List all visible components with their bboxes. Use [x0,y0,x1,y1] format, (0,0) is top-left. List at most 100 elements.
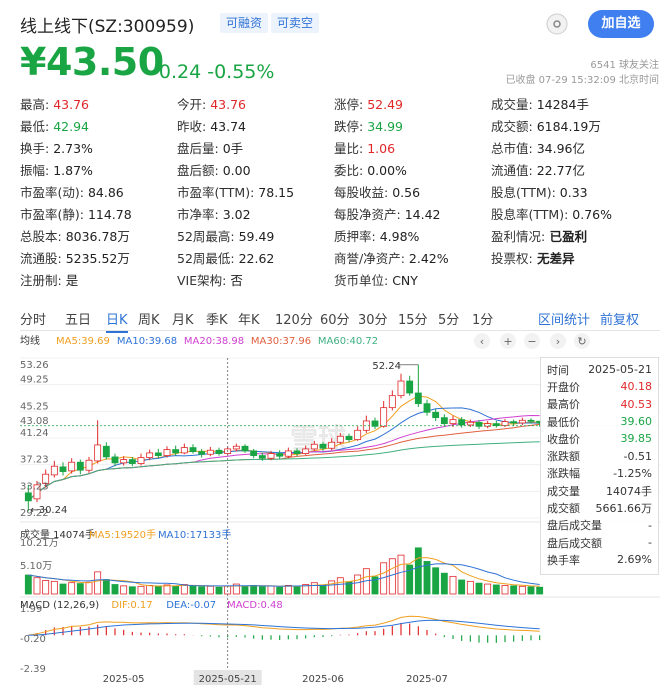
volume-bar [24,574,32,595]
volume-bar [128,586,136,595]
macd-y-tick: 1.99 [20,604,42,615]
candle-body [50,465,58,476]
candle-body [354,429,362,440]
volume-bar [267,585,275,595]
x-axis-label: 2025-07 [406,674,448,685]
adjust-select[interactable]: 前复权 [600,309,639,328]
candle-body [68,461,76,472]
volume-bar [189,585,197,595]
tab-季K[interactable]: 季K [206,309,228,328]
tab-年K[interactable]: 年K [238,309,260,328]
volume-bar [120,585,128,595]
tab-分时[interactable]: 分时 [20,309,46,328]
stat-value: 已盈利 [545,228,588,244]
tooltip-value: -1.25% [613,466,652,480]
tooltip-value: - [648,518,652,532]
candle-body [388,395,396,409]
stat-item: 涨停: 52.49 [334,94,491,113]
stat-label: 投票权: [491,250,533,266]
volume-bar [440,572,448,595]
candle-body [102,445,110,458]
tab-1分[interactable]: 1分 [472,309,493,328]
range-stats-link[interactable]: 区间统计 [538,309,590,328]
volume-bar [68,582,76,595]
volume-bar [59,583,67,595]
volume-bar [241,585,249,595]
stat-item: 盘后量: 0手 [177,138,334,157]
volume-bar [527,586,535,595]
y-tick-label: 33.23 [20,481,49,492]
macd-y-tick: -2.39 [20,664,46,675]
candle-body [414,392,422,405]
candle-body [302,448,310,454]
stat-item: 每股收益: 0.56 [334,182,491,201]
tab-五日[interactable]: 五日 [65,309,91,328]
x-axis-label: 2025-05 [103,674,145,685]
stock-title: 线上线下(SZ:300959) [20,17,195,37]
stats-row: 市盈率(动): 84.86 市盈率(TTM): 78.15 每股收益: 0.56 股息… [20,180,660,202]
follow-button[interactable]: 加自选 [588,10,654,38]
volume-bar [250,585,258,595]
tab-30分[interactable]: 30分 [358,309,388,328]
tooltip-label: 开盘价 [547,380,580,394]
stat-label: 商誉/净资产: [334,250,405,266]
tooltip-row: 换手率 2.69% [547,551,652,568]
macd-y-tick: -0.20 [20,634,46,645]
stat-value: 0.00% [363,162,407,178]
volume-bar [33,577,41,595]
volume-bar [466,580,474,595]
stat-label: 委比: [334,162,364,178]
candle-body [120,459,128,464]
stat-item: 商誉/净资产: 2.42% [334,248,491,267]
stat-value: 0.00 [218,162,251,178]
tooltip-value: 5661.66万 [595,502,653,516]
change-value: -0.24 [152,61,202,83]
tab-15分[interactable]: 15分 [398,309,428,328]
candle-body [276,453,284,457]
stat-value: 43.76 [206,96,246,112]
volume-bar [475,582,483,595]
tooltip-row: 成交量 14074手 [547,482,652,499]
stat-label: 市盈率(动): [20,184,84,200]
tab-日K[interactable]: 日K [106,309,128,333]
candle-body [250,450,258,456]
stat-value: CNY [388,272,418,288]
candle-body [440,417,448,425]
stat-value: 22.62 [234,250,275,266]
price-change: -0.24 -0.55% [152,61,274,83]
stat-item: 委比: 0.00% [334,160,491,179]
stat-value: 2.42% [404,250,449,266]
min-annotation: ←30.24 [30,505,67,516]
margin-tag[interactable]: 可融资 [220,13,269,33]
tab-周K[interactable]: 周K [138,309,160,328]
candle-body [423,403,431,413]
stat-value: 14.42 [400,206,441,222]
tab-月K[interactable]: 月K [172,309,194,328]
ma-legend-item: MA30:37.96 [251,336,311,347]
stat-label: 货币单位: [334,272,389,288]
stat-value: 22.77亿 [532,162,585,178]
change-percent: -0.55% [207,61,275,83]
tab-120分[interactable]: 120分 [275,309,313,328]
stat-label: 市盈率(TTM): [177,184,255,200]
tooltip-row: 涨跌幅 -1.25% [547,465,652,482]
short-tag[interactable]: 可卖空 [271,13,320,33]
tab-5分[interactable]: 5分 [438,309,459,328]
stat-label: VIE架构: [177,272,227,288]
settings-icon[interactable] [545,12,569,40]
volume-bar [198,586,206,595]
volume-bar [94,571,102,595]
tab-60分[interactable]: 60分 [320,309,350,328]
stat-value: 2.73% [49,140,93,156]
period-tabs: 分时 五日 日K 周K 月K 季K 年K 120分 60分 30分 15分 5分 1分 区间统计 前复权 [20,305,660,333]
volume-bar [50,580,58,595]
tooltip-value: 40.18 [620,380,653,394]
candle-body [380,407,388,427]
volume-bar [328,580,336,595]
macd-legend-item: DEA:-0.07 [166,600,216,611]
refresh-icon-glyph: ↻ [577,335,586,348]
volume-y-tick: 5.10万 [20,561,52,572]
volume-bar [536,586,544,595]
stat-value: 4.98% [375,228,420,244]
tooltip-label: 盘后成交量 [547,519,602,533]
